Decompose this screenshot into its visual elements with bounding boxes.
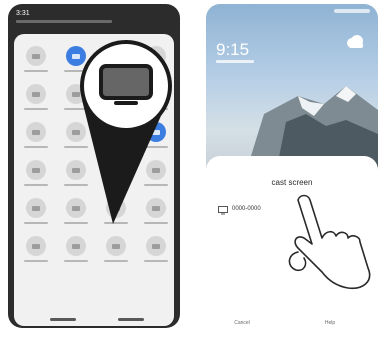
mountain-scenery [246,86,378,172]
magnifier-callout [80,40,172,132]
tapping-hand-icon [288,194,371,290]
cast-screen-icon [99,64,153,105]
help-button[interactable]: Help [310,320,350,328]
lock-wallpaper: 9:15 [206,4,378,172]
monitor-icon [218,206,228,215]
cancel-button[interactable]: Cancel [222,320,262,328]
cast-sheet-title: cast screen [271,178,313,187]
cast-device-name: 0000-0000 [232,206,261,212]
